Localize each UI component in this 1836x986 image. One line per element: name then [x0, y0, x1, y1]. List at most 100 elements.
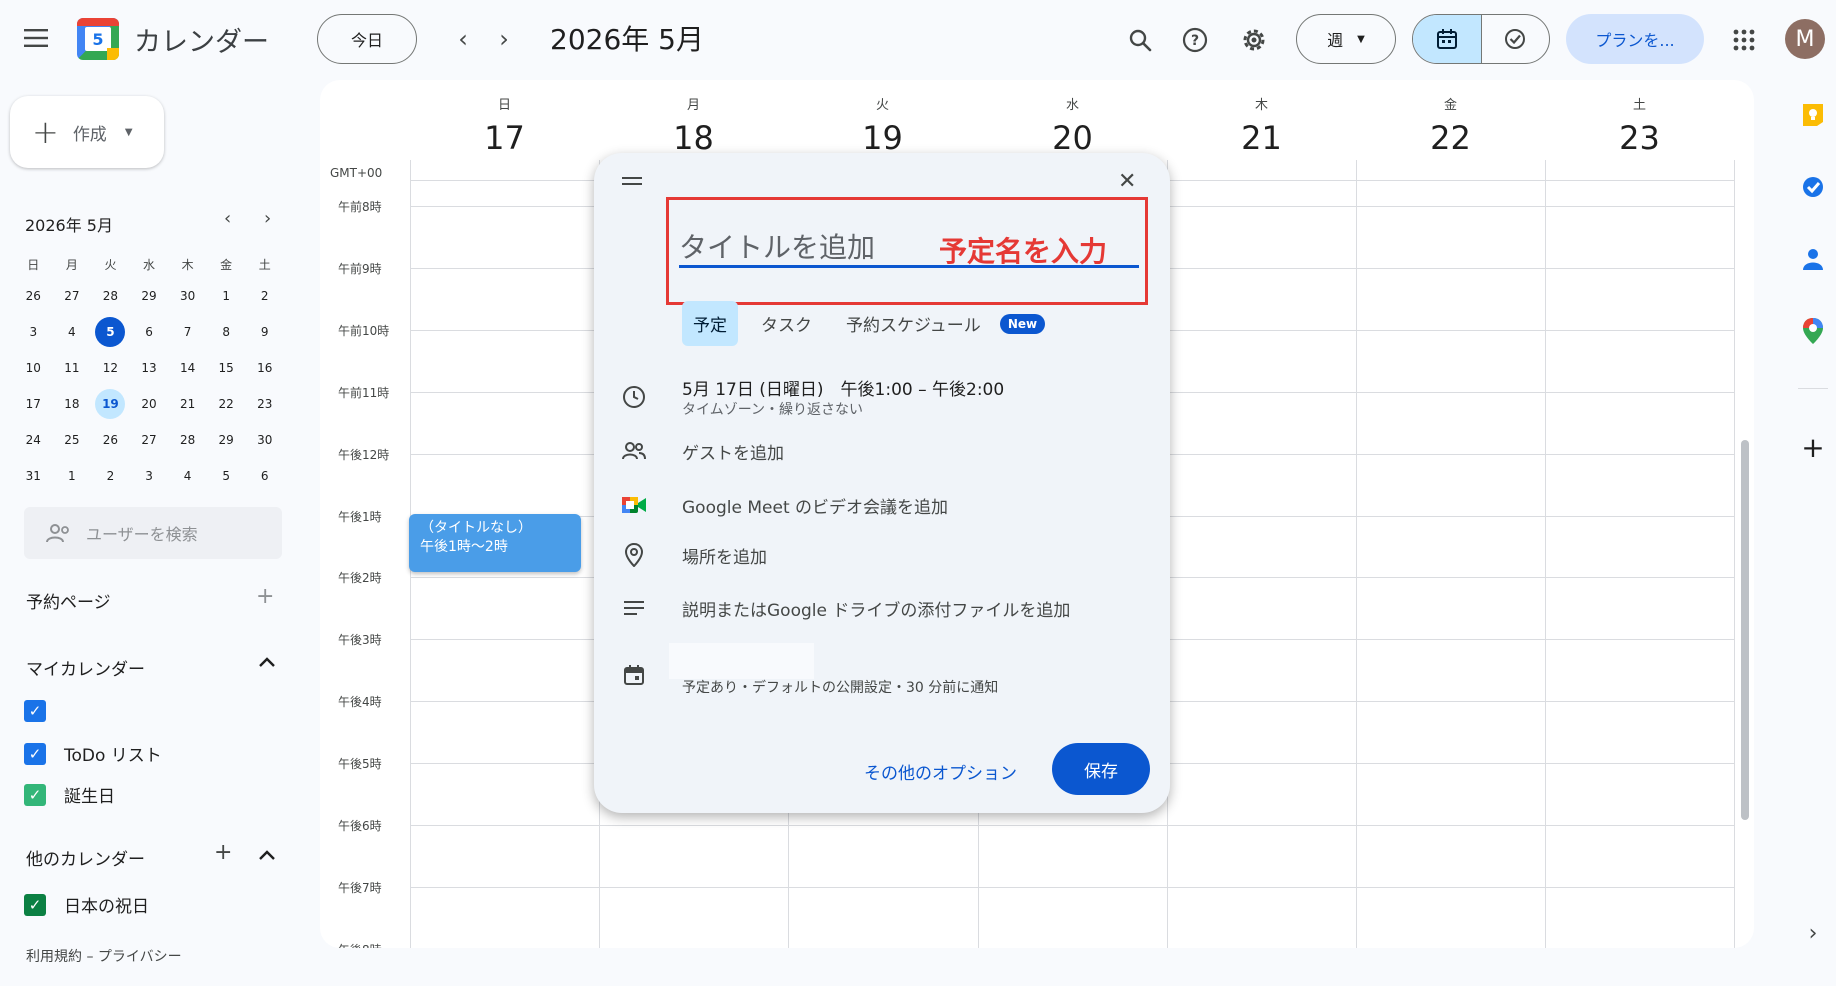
checkbox-checked-icon[interactable]: ✓	[24, 700, 46, 722]
add-calendar-icon[interactable]: +	[214, 840, 232, 865]
mini-day[interactable]: 12	[91, 353, 130, 383]
apps-grid-icon[interactable]	[1726, 22, 1762, 58]
calendar-owner-field[interactable]	[669, 643, 814, 679]
calendar-status-text[interactable]: 予定あり・デフォルトの公開設定・30 分前に通知	[682, 677, 998, 697]
scrollbar[interactable]	[1741, 440, 1749, 820]
tab-event[interactable]: 予定	[682, 301, 738, 346]
mini-day[interactable]: 11	[53, 353, 92, 383]
calendar-status-row[interactable]	[622, 663, 646, 687]
mini-prev-icon[interactable]: ‹	[224, 208, 231, 229]
location-row[interactable]: 場所を追加	[622, 543, 767, 568]
mini-day[interactable]: 25	[53, 425, 92, 455]
day-number[interactable]: 17	[410, 119, 599, 157]
mini-day[interactable]: 26	[91, 425, 130, 455]
mini-day[interactable]: 22	[207, 389, 246, 419]
mini-day[interactable]: 13	[130, 353, 169, 383]
holiday-calendar-item[interactable]: ✓ 日本の祝日	[24, 892, 149, 917]
day-number[interactable]: 22	[1356, 119, 1545, 157]
mini-day[interactable]: 6	[130, 317, 169, 347]
datetime-text[interactable]: 5月 17日 (日曜日) 午後1:00 – 午後2:00	[682, 375, 1004, 400]
mini-day[interactable]: 3	[14, 317, 53, 347]
drag-handle-icon[interactable]	[622, 177, 642, 189]
day-number[interactable]: 23	[1545, 119, 1734, 157]
tasks-icon[interactable]	[1796, 170, 1830, 204]
calendar-view-icon[interactable]	[1413, 15, 1482, 63]
main-menu-icon[interactable]	[16, 18, 56, 58]
tasks-view-icon[interactable]	[1482, 15, 1550, 63]
avatar[interactable]: M	[1785, 19, 1825, 59]
mini-next-icon[interactable]: ›	[264, 208, 271, 229]
checkbox-checked-icon[interactable]: ✓	[24, 742, 46, 765]
mini-day[interactable]: 5	[207, 461, 246, 491]
mini-day[interactable]: 4	[168, 461, 207, 491]
mini-day[interactable]: 27	[53, 281, 92, 311]
mini-day[interactable]: 10	[14, 353, 53, 383]
day-number[interactable]: 18	[599, 119, 788, 157]
mini-day[interactable]: 8	[207, 317, 246, 347]
plan-button[interactable]: プランを...	[1566, 14, 1704, 64]
add-addon-icon[interactable]: +	[1796, 430, 1830, 464]
mini-day[interactable]: 7	[168, 317, 207, 347]
save-button[interactable]: 保存	[1052, 743, 1150, 795]
help-icon[interactable]: ?	[1177, 22, 1213, 58]
mini-day[interactable]: 16	[245, 353, 284, 383]
mini-day[interactable]: 2	[245, 281, 284, 311]
guests-row[interactable]: ゲストを追加	[622, 439, 784, 464]
more-options-link[interactable]: その他のオプション	[864, 759, 1017, 784]
checkbox-checked-icon[interactable]: ✓	[24, 893, 46, 916]
day-header[interactable]: 火 19	[788, 80, 977, 157]
day-header[interactable]: 木 21	[1167, 80, 1356, 157]
mini-day[interactable]: 28	[168, 425, 207, 455]
mini-day[interactable]: 28	[91, 281, 130, 311]
next-week-icon[interactable]: ›	[487, 22, 521, 56]
meet-row[interactable]: Google Meet のビデオ会議を追加	[622, 493, 948, 518]
expand-panel-icon[interactable]: ›	[1796, 916, 1830, 950]
mini-day[interactable]: 29	[130, 281, 169, 311]
checkbox-checked-icon[interactable]: ✓	[24, 783, 46, 806]
maps-icon[interactable]	[1796, 314, 1830, 348]
mini-day[interactable]: 4	[53, 317, 92, 347]
search-users-input[interactable]: ユーザーを検索	[24, 507, 282, 559]
keep-icon[interactable]	[1796, 98, 1830, 132]
mini-day[interactable]: 20	[130, 389, 169, 419]
mini-day[interactable]: 23	[245, 389, 284, 419]
tab-appointment-schedule[interactable]: 予約スケジュール	[835, 301, 992, 346]
mini-day[interactable]: 1	[207, 281, 246, 311]
other-calendars-heading[interactable]: 他のカレンダー	[26, 845, 145, 870]
tab-task[interactable]: タスク	[750, 301, 823, 346]
mini-day[interactable]: 6	[245, 461, 284, 491]
mini-day[interactable]: 24	[14, 425, 53, 455]
mini-day[interactable]: 29	[207, 425, 246, 455]
create-button[interactable]: + 作成 ▼	[10, 96, 164, 168]
timezone-repeat-text[interactable]: タイムゾーン・繰り返さない	[682, 399, 863, 419]
mini-day[interactable]: 19	[91, 389, 130, 419]
mini-day[interactable]: 2	[91, 461, 130, 491]
settings-gear-icon[interactable]	[1236, 22, 1272, 58]
collapse-chevron-icon[interactable]	[258, 652, 276, 673]
view-select[interactable]: 週 ▼	[1296, 14, 1396, 64]
day-header[interactable]: 土 23	[1545, 80, 1734, 157]
add-booking-page-icon[interactable]: +	[256, 584, 274, 609]
prev-week-icon[interactable]: ‹	[446, 22, 480, 56]
today-button[interactable]: 今日	[317, 14, 417, 64]
mini-day[interactable]: 21	[168, 389, 207, 419]
day-header[interactable]: 水 20	[978, 80, 1167, 157]
datetime-row[interactable]	[622, 385, 646, 409]
mini-day[interactable]: 14	[168, 353, 207, 383]
my-calendars-heading[interactable]: マイカレンダー	[26, 655, 145, 680]
mini-day[interactable]: 15	[207, 353, 246, 383]
search-icon[interactable]	[1122, 22, 1158, 58]
day-header[interactable]: 月 18	[599, 80, 788, 157]
day-number[interactable]: 19	[788, 119, 977, 157]
contacts-icon[interactable]	[1796, 242, 1830, 276]
mini-day[interactable]: 3	[130, 461, 169, 491]
footer-links[interactable]: 利用規約 – プライバシー	[26, 946, 182, 966]
mini-day[interactable]: 5	[91, 317, 130, 347]
mini-day[interactable]: 9	[245, 317, 284, 347]
day-number[interactable]: 20	[978, 119, 1167, 157]
mini-day[interactable]: 18	[53, 389, 92, 419]
birthday-item[interactable]: ✓ 誕生日	[24, 782, 115, 807]
mini-day[interactable]: 17	[14, 389, 53, 419]
mini-day[interactable]: 31	[14, 461, 53, 491]
calendar-logo-icon[interactable]: 5	[77, 18, 119, 60]
